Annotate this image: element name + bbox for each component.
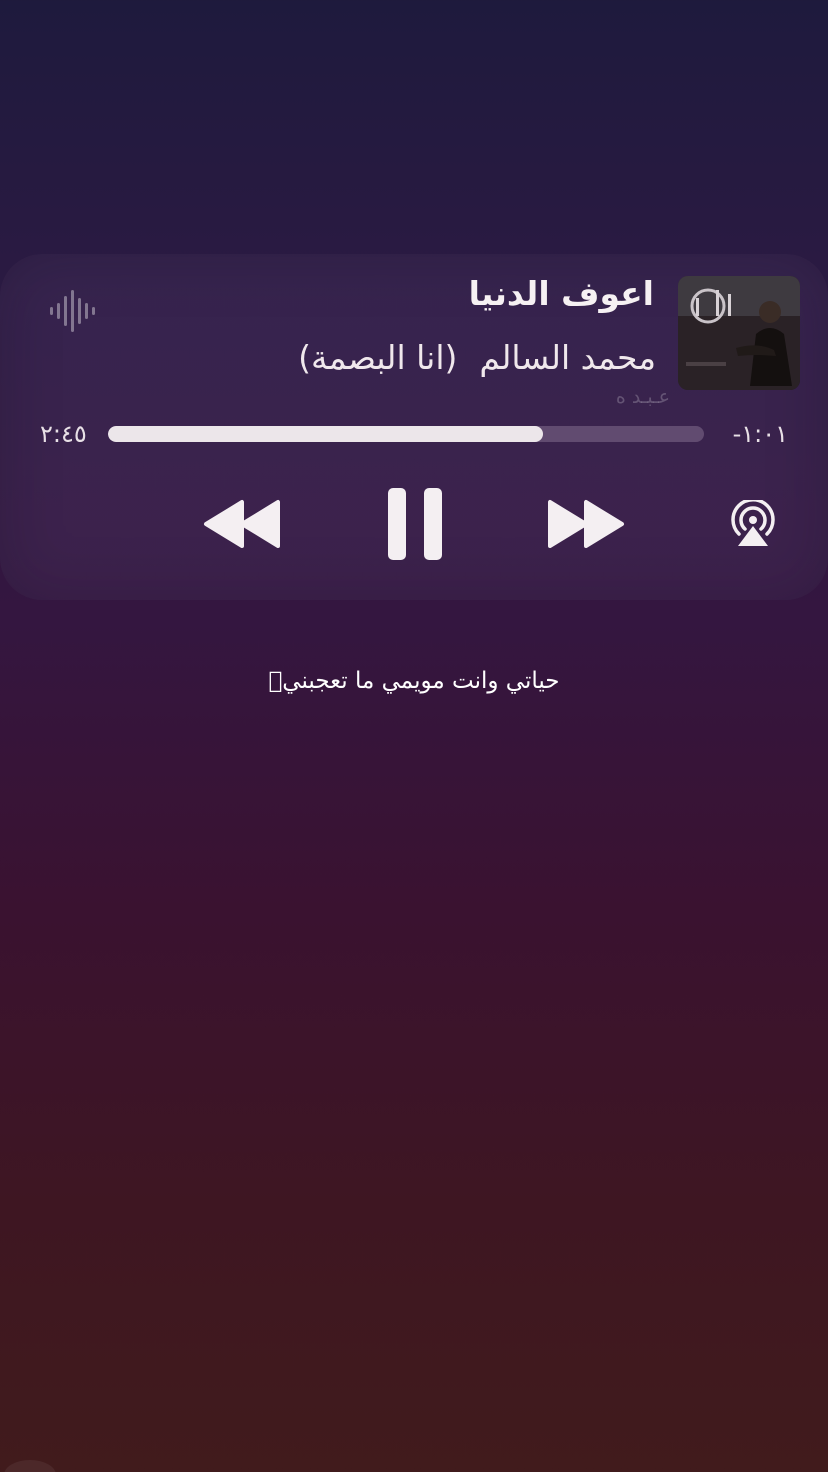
progress-bar[interactable] xyxy=(108,426,704,442)
now-playing-widget: اعوف الدنيا محمد السالم (انا البصمة) عـبـ… xyxy=(0,254,828,600)
song-title: اعوف الدنيا xyxy=(468,274,654,313)
pause-button[interactable] xyxy=(386,486,444,562)
album-name: (انا البصمة) xyxy=(298,338,458,377)
elapsed-time: ٢:٤٥ xyxy=(40,420,87,448)
waveform-icon xyxy=(50,290,96,332)
progress-fill xyxy=(108,426,544,442)
album-artwork[interactable] xyxy=(678,276,800,390)
corner-indicator xyxy=(4,1460,56,1472)
airplay-audio-icon xyxy=(731,500,775,546)
remaining-time: -١:٠١ xyxy=(732,420,788,448)
fast-forward-button[interactable] xyxy=(544,498,626,550)
artist-album-line: محمد السالم (انا البصمة) xyxy=(298,338,656,377)
artist-name: محمد السالم xyxy=(479,338,656,377)
lyric-caption: حياتي وانت مويمي ما تعجبنيؐ xyxy=(268,668,560,694)
watermark-text: عـبـد ه xyxy=(615,386,670,408)
rewind-button[interactable] xyxy=(202,498,284,550)
fast-forward-icon xyxy=(548,500,624,548)
pause-icon xyxy=(388,488,442,560)
rewind-icon xyxy=(204,500,280,548)
airplay-button[interactable] xyxy=(727,500,779,548)
